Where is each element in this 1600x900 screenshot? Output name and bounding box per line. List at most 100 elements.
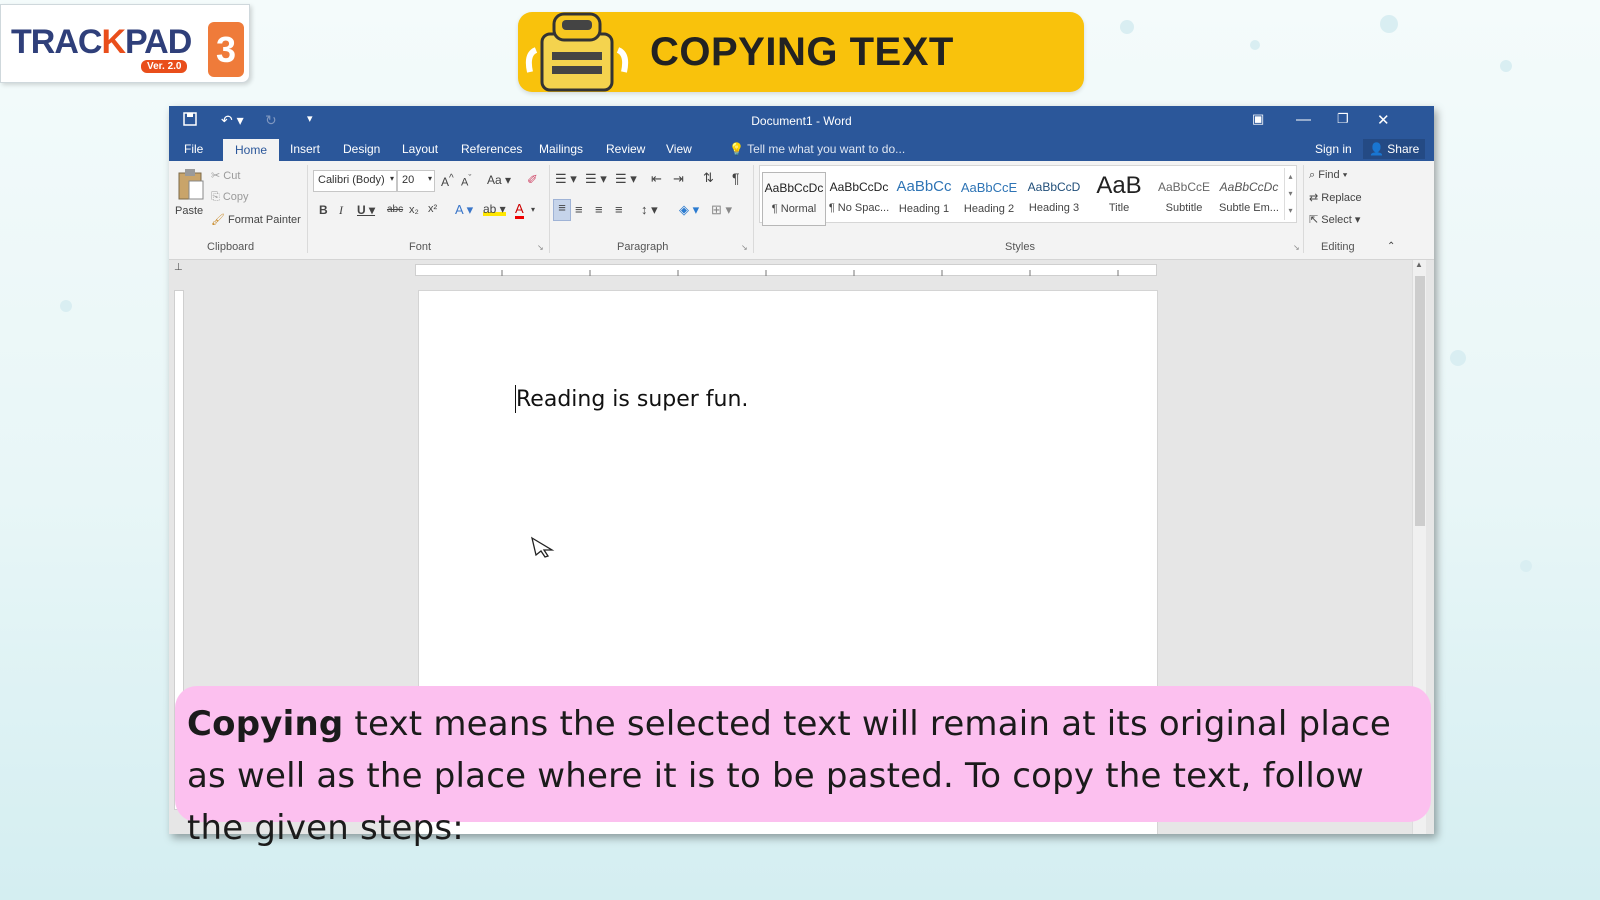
scroll-up-icon[interactable]: ▲ — [1415, 260, 1423, 269]
logo-version: Ver. 2.0 — [141, 60, 188, 73]
restore-icon[interactable]: ❐ — [1337, 111, 1349, 127]
divider — [753, 165, 754, 253]
trackpad-logo: TRACKPAD Ver. 2.0 3 — [0, 4, 250, 83]
style-heading-3[interactable]: AaBbCcD Heading 3 — [1022, 172, 1086, 226]
underline-icon[interactable]: U ▾ — [357, 203, 375, 217]
pointer-icon: ⇱ — [1309, 214, 1319, 226]
collapse-ribbon-icon[interactable]: ⌃ — [1387, 241, 1395, 252]
subscript-icon[interactable]: x₂ — [409, 204, 419, 216]
styles-group-label: Styles — [1005, 241, 1035, 253]
show-formatting-icon[interactable]: ¶ — [732, 170, 740, 186]
clear-formatting-icon[interactable]: ✐ — [527, 172, 538, 188]
sign-in-link[interactable]: Sign in — [1315, 142, 1352, 156]
divider — [307, 165, 308, 253]
styles-scroll-icon[interactable]: ▴ ▾ ▾ — [1284, 168, 1296, 220]
highlight-icon[interactable]: ab ▾ — [483, 202, 506, 216]
dialog-launcher-icon[interactable]: ↘ — [1293, 243, 1300, 252]
style-heading-1[interactable]: AaBbCc Heading 1 — [892, 172, 956, 226]
select-button[interactable]: ⇱ Select ▾ — [1309, 213, 1360, 226]
replace-icon: ⇄ — [1309, 192, 1319, 204]
superscript-icon[interactable]: x² — [428, 203, 437, 215]
robot-mascot-icon — [525, 12, 629, 92]
close-icon[interactable]: ✕ — [1377, 111, 1390, 129]
tab-view[interactable]: View — [666, 142, 692, 156]
ribbon-display-icon[interactable]: ▣ — [1252, 111, 1264, 127]
shrink-font-icon[interactable]: Aˇ — [461, 173, 471, 189]
tab-references[interactable]: References — [461, 142, 522, 156]
clipboard-group-label: Clipboard — [207, 241, 255, 253]
style-subtle-emphasis[interactable]: AaBbCcDc Subtle Em... — [1217, 172, 1281, 226]
font-color-dropdown-icon[interactable]: ▾ — [531, 205, 535, 214]
bullets-icon[interactable]: ☰ ▾ — [555, 171, 577, 187]
clipboard-icon — [178, 169, 204, 200]
tab-layout[interactable]: Layout — [402, 142, 438, 156]
ribbon-tabs: File Home Insert Design Layout Reference… — [169, 136, 1434, 163]
bg-dot — [1520, 560, 1532, 572]
minimize-icon[interactable]: — — [1296, 111, 1311, 128]
bg-dot — [1500, 60, 1512, 72]
grow-font-icon[interactable]: A^ — [441, 173, 454, 189]
change-case-icon[interactable]: Aa ▾ — [487, 173, 511, 187]
tab-mailings[interactable]: Mailings — [539, 142, 583, 156]
ribbon: Paste ✂ Cut ⎘ Copy 🖌 Format Painter Clip… — [169, 161, 1434, 260]
tab-design[interactable]: Design — [343, 142, 380, 156]
document-title: Document1 - Word — [751, 114, 852, 128]
mouse-pointer-icon — [531, 536, 555, 558]
tell-me-search[interactable]: 💡 Tell me what you want to do... — [729, 142, 905, 156]
style-title[interactable]: AaB Title — [1087, 172, 1151, 226]
bg-dot — [60, 300, 72, 312]
scroll-thumb[interactable] — [1415, 276, 1425, 526]
strikethrough-icon[interactable]: abc — [387, 204, 403, 215]
borders-icon[interactable]: ⊞ ▾ — [711, 202, 732, 218]
text-effects-icon[interactable]: A ▾ — [455, 202, 473, 218]
paste-button[interactable] — [177, 167, 207, 201]
tab-home[interactable]: Home — [223, 139, 280, 163]
format-painter-button[interactable]: 🖌 Format Painter — [211, 213, 301, 226]
multilevel-list-icon[interactable]: ☰ ▾ — [615, 171, 637, 187]
divider — [1303, 165, 1304, 253]
dialog-launcher-icon[interactable]: ↘ — [537, 243, 544, 252]
style-normal[interactable]: AaBbCcDc ¶ Normal — [762, 172, 826, 226]
style-heading-2[interactable]: AaBbCcE Heading 2 — [957, 172, 1021, 226]
styles-gallery: AaBbCcDc ¶ Normal AaBbCcDc ¶ No Spac... Aa… — [759, 165, 1297, 226]
dialog-launcher-icon[interactable]: ↘ — [741, 243, 748, 252]
shading-icon[interactable]: ◈ ▾ — [679, 202, 699, 218]
ruler-ticks — [501, 270, 1119, 276]
person-icon: 👤 — [1369, 142, 1384, 156]
decrease-indent-icon[interactable]: ⇤ — [651, 171, 662, 187]
font-color-icon[interactable]: A — [515, 201, 524, 219]
increase-indent-icon[interactable]: ⇥ — [673, 171, 684, 187]
banner-title: COPYING TEXT — [650, 30, 954, 74]
cut-button[interactable]: ✂ Cut — [211, 169, 240, 182]
document-text[interactable]: Reading is super fun. — [516, 387, 748, 412]
bold-icon[interactable]: B — [319, 203, 328, 217]
justify-icon[interactable]: ≡ — [615, 202, 623, 217]
tab-file[interactable]: File — [184, 142, 203, 156]
find-button[interactable]: ⌕ Find ▾ — [1309, 169, 1347, 182]
align-center-icon[interactable]: ≡ — [575, 202, 583, 217]
magnifier-icon: ⌕ — [1309, 169, 1316, 181]
paste-label: Paste — [175, 205, 204, 217]
tab-review[interactable]: Review — [606, 142, 645, 156]
logo-wordmark: TRACKPAD — [11, 23, 192, 61]
lightbulb-icon: 💡 — [729, 142, 744, 156]
sort-icon[interactable]: ⇅ — [703, 170, 714, 186]
tab-selector-icon[interactable]: ⊥ — [174, 262, 183, 273]
align-left-icon[interactable]: ≡ — [553, 199, 571, 221]
font-family-select[interactable]: Calibri (Body) ▾ — [313, 170, 397, 192]
font-group-label: Font — [409, 241, 432, 253]
line-spacing-icon[interactable]: ↕ ▾ — [641, 202, 658, 218]
numbering-icon[interactable]: ☰ ▾ — [585, 171, 607, 187]
style-subtitle[interactable]: AaBbCcE Subtitle — [1152, 172, 1216, 226]
italic-icon[interactable]: I — [339, 203, 343, 218]
style-no-spacing[interactable]: AaBbCcDc ¶ No Spac... — [827, 172, 891, 226]
tab-insert[interactable]: Insert — [290, 142, 320, 156]
caption-bold: Copying — [187, 704, 344, 744]
share-button[interactable]: 👤 Share — [1363, 139, 1426, 159]
align-right-icon[interactable]: ≡ — [595, 202, 603, 217]
copy-button[interactable]: ⎘ Copy — [211, 191, 249, 204]
share-label: Share — [1387, 142, 1420, 156]
logo-number: 3 — [208, 22, 244, 77]
font-size-select[interactable]: 20 ▾ — [397, 170, 435, 192]
replace-button[interactable]: ⇄ Replace — [1309, 191, 1362, 204]
